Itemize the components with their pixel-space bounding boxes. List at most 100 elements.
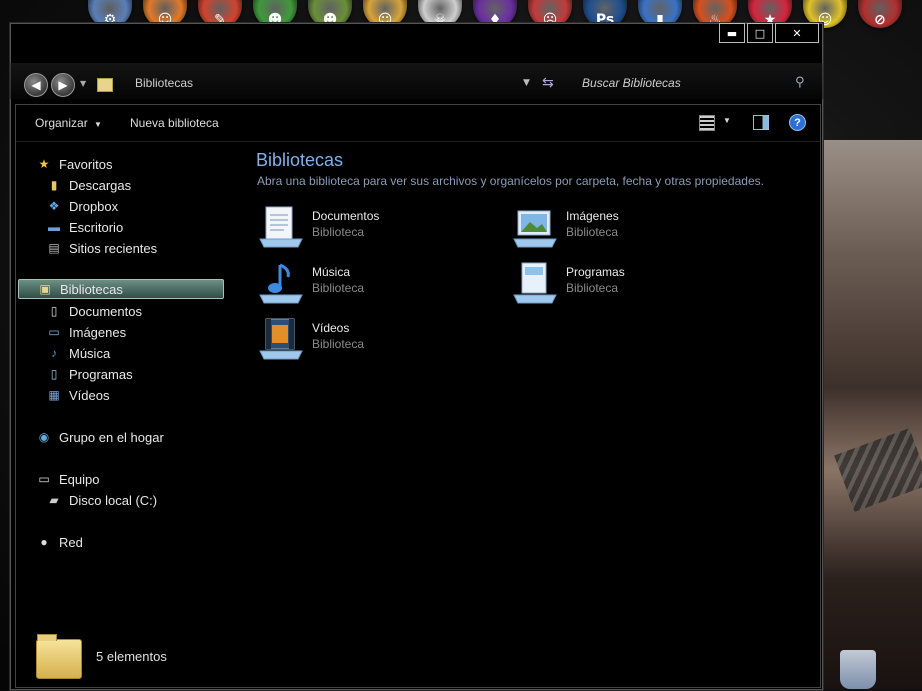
nav-homegroup[interactable]: ◉ Grupo en el hogar (36, 427, 164, 447)
wallpaper-soldier (822, 140, 922, 689)
nav-item-videos[interactable]: ▦ Vídeos (46, 385, 109, 405)
library-kind: Biblioteca (312, 281, 365, 295)
library-name: Imágenes (566, 209, 619, 223)
recycle-bin-icon[interactable] (840, 650, 876, 689)
page-description: Abra una biblioteca para ver sus archivo… (257, 174, 764, 188)
wallpaper-watch-band (834, 428, 922, 512)
videos-library-icon (259, 318, 303, 360)
arrow-right-icon: ▶ (58, 78, 68, 92)
pictures-library-icon (513, 210, 557, 248)
refresh-icon[interactable]: ⇆ (542, 75, 554, 91)
item-count: 5 elementos (96, 649, 167, 664)
nav-label: Escritorio (69, 219, 124, 235)
view-dropdown-icon[interactable]: ▼ (723, 116, 731, 125)
nav-item-dropbox[interactable]: ❖ Dropbox (46, 196, 119, 216)
documents-library-icon (259, 206, 303, 248)
details-pane: 5 elementos (16, 625, 820, 687)
library-kind: Biblioteca (566, 281, 619, 295)
chevron-down-icon: ▼ (94, 120, 102, 129)
nav-label: Vídeos (69, 387, 110, 403)
blocked-app-icon[interactable]: ⊘ (858, 0, 902, 28)
explorer-content: Organizar ▼ Nueva biblioteca ▼ ? ★ Favor… (15, 104, 821, 688)
window-controls: ▬ □ ✕ (719, 23, 819, 43)
nav-label: Documentos (69, 303, 142, 319)
nav-label: Sitios recientes (69, 240, 158, 256)
programs-icon: ▯ (50, 367, 58, 381)
help-icon[interactable]: ? (789, 114, 806, 131)
pictures-icon: ▭ (48, 325, 60, 339)
library-name: Música (312, 265, 351, 279)
new-library-button[interactable]: Nueva biblioteca (130, 116, 219, 130)
local-disk-icon: ▰ (49, 493, 59, 507)
library-kind: Biblioteca (566, 225, 619, 239)
preview-pane-icon[interactable] (753, 115, 769, 130)
nav-label: Programas (69, 366, 133, 382)
nav-network[interactable]: ● Red (36, 532, 83, 552)
nav-item-programas[interactable]: ▯ Programas (46, 364, 133, 384)
nav-label: Música (69, 345, 111, 361)
back-button[interactable]: ◀ (24, 73, 48, 97)
library-tile-documentos[interactable]: Documentos Biblioteca (258, 203, 498, 253)
nav-item-descargas[interactable]: ▮ Descargas (46, 175, 131, 195)
address-bar: ◀ ▶ ▼ Bibliotecas ▼ ⇆ Buscar Bibliotecas… (10, 63, 823, 99)
library-kind: Biblioteca (312, 225, 365, 239)
music-library-icon (259, 263, 303, 304)
nav-label: Disco local (C:) (69, 492, 158, 508)
libraries-icon: ▣ (39, 282, 51, 296)
nav-item-documentos[interactable]: ▯ Documentos (46, 301, 142, 321)
page-title: Bibliotecas (256, 150, 344, 170)
nav-label: Descargas (69, 177, 132, 193)
nav-label: Imágenes (69, 324, 127, 340)
star-icon: ★ (38, 157, 50, 171)
nav-label: Bibliotecas (60, 281, 123, 297)
history-dropdown-icon[interactable]: ▼ (80, 79, 86, 88)
forward-button[interactable]: ▶ (51, 73, 75, 97)
network-icon: ● (40, 535, 48, 549)
library-kind: Biblioteca (312, 337, 365, 351)
downloads-icon: ▮ (50, 178, 58, 192)
nav-item-escritorio[interactable]: ▬ Escritorio (46, 217, 123, 237)
library-name: Programas (566, 265, 625, 279)
arrow-left-icon: ◀ (31, 78, 41, 92)
nav-label: Dropbox (69, 198, 119, 214)
music-icon: ♪ (51, 346, 57, 360)
videos-icon: ▦ (48, 388, 60, 402)
search-icon[interactable]: ⚲ (795, 75, 805, 90)
nav-favorites[interactable]: ★ Favoritos (36, 154, 113, 174)
dropbox-icon: ❖ (48, 199, 60, 213)
navigation-pane: ★ Favoritos ▮ Descargas ❖ Dropbox ▬ Escr… (16, 142, 236, 687)
documents-icon: ▯ (50, 304, 58, 318)
minimize-button[interactable]: ▬ (719, 23, 745, 43)
address-dropdown-icon[interactable]: ▼ (523, 78, 530, 88)
nav-item-local-disk[interactable]: ▰ Disco local (C:) (46, 490, 157, 510)
close-button[interactable]: ✕ (775, 23, 819, 43)
nav-item-sitios-recientes[interactable]: ▤ Sitios recientes (46, 238, 157, 258)
nav-libraries[interactable]: ▣ Bibliotecas (18, 279, 224, 299)
library-folder-icon (97, 78, 113, 92)
search-input[interactable]: Buscar Bibliotecas (582, 76, 681, 90)
nav-label: Red (59, 534, 83, 550)
nav-label: Favoritos (59, 156, 113, 172)
address-path[interactable]: Bibliotecas (135, 76, 193, 90)
change-view-icon[interactable] (699, 115, 715, 131)
computer-icon: ▭ (38, 472, 50, 486)
library-tile-musica[interactable]: Música Biblioteca (258, 259, 498, 309)
library-view: Bibliotecas Abra una biblioteca para ver… (246, 142, 820, 687)
homegroup-icon: ◉ (38, 430, 50, 444)
nav-item-musica[interactable]: ♪ Música (46, 343, 110, 363)
library-tile-imagenes[interactable]: Imágenes Biblioteca (512, 203, 752, 253)
library-tile-videos[interactable]: Vídeos Biblioteca (258, 315, 498, 365)
library-name: Documentos (312, 209, 380, 223)
organize-button[interactable]: Organizar ▼ (35, 116, 102, 130)
maximize-button[interactable]: □ (747, 23, 773, 43)
command-bar: Organizar ▼ Nueva biblioteca ▼ ? (16, 105, 820, 142)
libraries-folder-icon (36, 634, 82, 679)
programs-library-icon (513, 262, 557, 304)
nav-label: Equipo (59, 471, 100, 487)
recent-places-icon: ▤ (48, 241, 60, 255)
library-name: Vídeos (312, 321, 350, 335)
nav-item-imagenes[interactable]: ▭ Imágenes (46, 322, 126, 342)
organize-label: Organizar (35, 116, 88, 130)
nav-computer[interactable]: ▭ Equipo (36, 469, 99, 489)
library-tile-programas[interactable]: Programas Biblioteca (512, 259, 752, 309)
